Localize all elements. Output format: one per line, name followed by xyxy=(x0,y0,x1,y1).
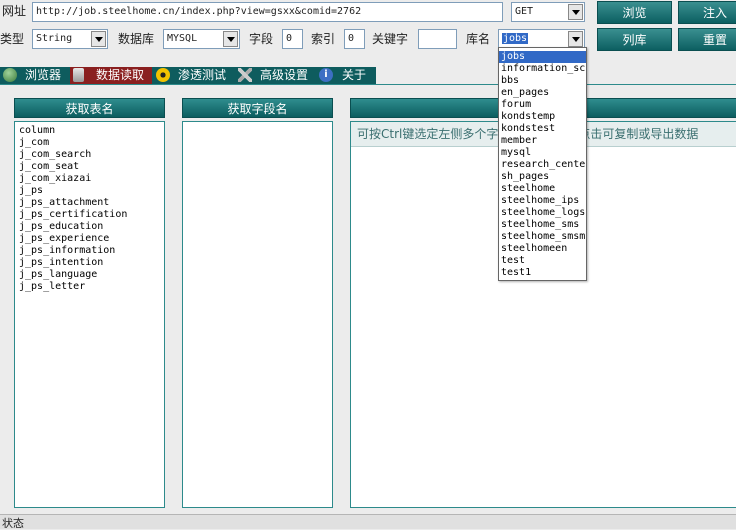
browse-button[interactable]: 浏览 xyxy=(597,1,672,24)
index-input[interactable]: 0 xyxy=(344,29,365,49)
table-list-item[interactable]: column xyxy=(15,125,164,137)
table-list-item[interactable]: j_ps_information xyxy=(15,245,164,257)
status-bar: 状态 xyxy=(0,514,736,530)
db-type-select[interactable]: MYSQL xyxy=(163,29,240,49)
dbname-option[interactable]: mysql xyxy=(499,147,586,159)
tab-data-read[interactable]: 数据读取 xyxy=(70,67,152,84)
status-label: 状态 xyxy=(2,517,24,530)
keyword-input[interactable] xyxy=(418,29,457,49)
dbname-dropdown[interactable]: jobs information_sc bbs en_pages forum kondst… xyxy=(498,47,587,281)
tab-label: 渗透测试 xyxy=(178,68,227,82)
tab-label: 浏览器 xyxy=(25,68,62,82)
table-list-item[interactable]: j_ps_certification xyxy=(15,209,164,221)
dbname-option[interactable]: steelhome xyxy=(499,183,586,195)
dbname-option[interactable]: steelhome_ips xyxy=(499,195,586,207)
method-value: GET xyxy=(515,6,534,17)
type-select[interactable]: String xyxy=(32,29,108,49)
dbname-option[interactable]: bbs xyxy=(499,75,586,87)
table-list-item[interactable]: j_com_xiazai xyxy=(15,173,164,185)
url-label: 网址 xyxy=(2,4,27,18)
tab-advanced[interactable]: 高级设置 xyxy=(236,67,314,84)
chevron-down-icon xyxy=(568,31,583,47)
tab-label: 高级设置 xyxy=(260,68,309,82)
chevron-down-icon xyxy=(91,31,106,47)
tab-pentest[interactable]: 渗透测试 xyxy=(154,67,234,84)
dbname-option[interactable]: steelhome_sms xyxy=(499,219,586,231)
table-list-item[interactable]: j_ps_education xyxy=(15,221,164,233)
tab-label: 数据读取 xyxy=(96,68,145,82)
db-type-value: MYSQL xyxy=(167,33,198,44)
chevron-down-icon xyxy=(223,31,238,47)
dbname-option[interactable]: research_cente xyxy=(499,159,586,171)
db-label: 数据库 xyxy=(118,32,155,46)
dbname-option[interactable]: sh_pages xyxy=(499,171,586,183)
table-list-item[interactable]: j_ps_attachment xyxy=(15,197,164,209)
index-label: 索引 xyxy=(311,32,336,46)
dbname-option[interactable]: test xyxy=(499,255,586,267)
tab-browser[interactable]: 浏览器 xyxy=(0,67,68,84)
tab-label: 关于 xyxy=(342,68,367,82)
dbname-option[interactable]: forum xyxy=(499,99,586,111)
get-fields-button[interactable]: 获取字段名 xyxy=(182,98,333,118)
table-list-item[interactable]: j_ps_intention xyxy=(15,257,164,269)
type-value: String xyxy=(36,33,73,44)
dbname-option[interactable]: information_sc xyxy=(499,63,586,75)
field-input[interactable]: 0 xyxy=(282,29,303,49)
reset-button[interactable]: 重置 xyxy=(678,28,736,51)
dbname-value: jobs xyxy=(502,33,529,44)
fields-list[interactable] xyxy=(182,121,333,508)
tab-bar: 浏览器 数据读取 渗透测试 高级设置 i 关于 xyxy=(0,67,376,84)
tab-about[interactable]: i 关于 xyxy=(316,67,376,84)
table-list-item[interactable]: j_com xyxy=(15,137,164,149)
type-label: 类型 xyxy=(0,32,25,46)
table-list-item[interactable]: j_com_search xyxy=(15,149,164,161)
chevron-down-icon xyxy=(568,4,583,20)
globe-icon xyxy=(3,68,17,82)
table-list-item[interactable]: j_ps_experience xyxy=(15,233,164,245)
tools-icon xyxy=(238,68,252,82)
dbname-option[interactable]: jobs xyxy=(499,51,586,63)
data-hint-right: 点击可复制或导出数据 xyxy=(578,127,699,141)
table-list-item[interactable]: j_ps_language xyxy=(15,269,164,281)
keyword-label: 关键字 xyxy=(372,32,409,46)
inject-button[interactable]: 注入 xyxy=(678,1,736,24)
info-icon: i xyxy=(319,68,333,82)
url-input[interactable]: http://job.steelhome.cn/index.php?view=g… xyxy=(32,2,503,22)
table-list-item[interactable]: j_ps xyxy=(15,185,164,197)
database-icon xyxy=(73,68,84,82)
table-list-item[interactable]: j_com_seat xyxy=(15,161,164,173)
table-list-item[interactable]: j_ps_letter xyxy=(15,281,164,293)
tables-list[interactable]: column j_com j_com_search j_com_seat j_com_x… xyxy=(14,121,165,508)
get-tables-button[interactable]: 获取表名 xyxy=(14,98,165,118)
dbname-option[interactable]: kondstemp xyxy=(499,111,586,123)
radiation-icon xyxy=(156,68,170,82)
dbname-select[interactable]: jobs xyxy=(498,29,585,49)
dbname-option[interactable]: member xyxy=(499,135,586,147)
dbname-option[interactable]: steelhomeen xyxy=(499,243,586,255)
dbname-option[interactable]: en_pages xyxy=(499,87,586,99)
dbname-option[interactable]: test1 xyxy=(499,267,586,279)
dbname-label: 库名 xyxy=(466,32,491,46)
dbname-option[interactable]: kondstest xyxy=(499,123,586,135)
dbname-option[interactable]: steelhome_smsm xyxy=(499,231,586,243)
dbname-option[interactable]: steelhome_logs xyxy=(499,207,586,219)
data-hint-left: 可按Ctrl键选定左侧多个字 xyxy=(357,127,499,141)
list-db-button[interactable]: 列库 xyxy=(597,28,672,51)
method-select[interactable]: GET xyxy=(511,2,585,22)
field-label: 字段 xyxy=(249,32,274,46)
divider xyxy=(0,84,736,85)
